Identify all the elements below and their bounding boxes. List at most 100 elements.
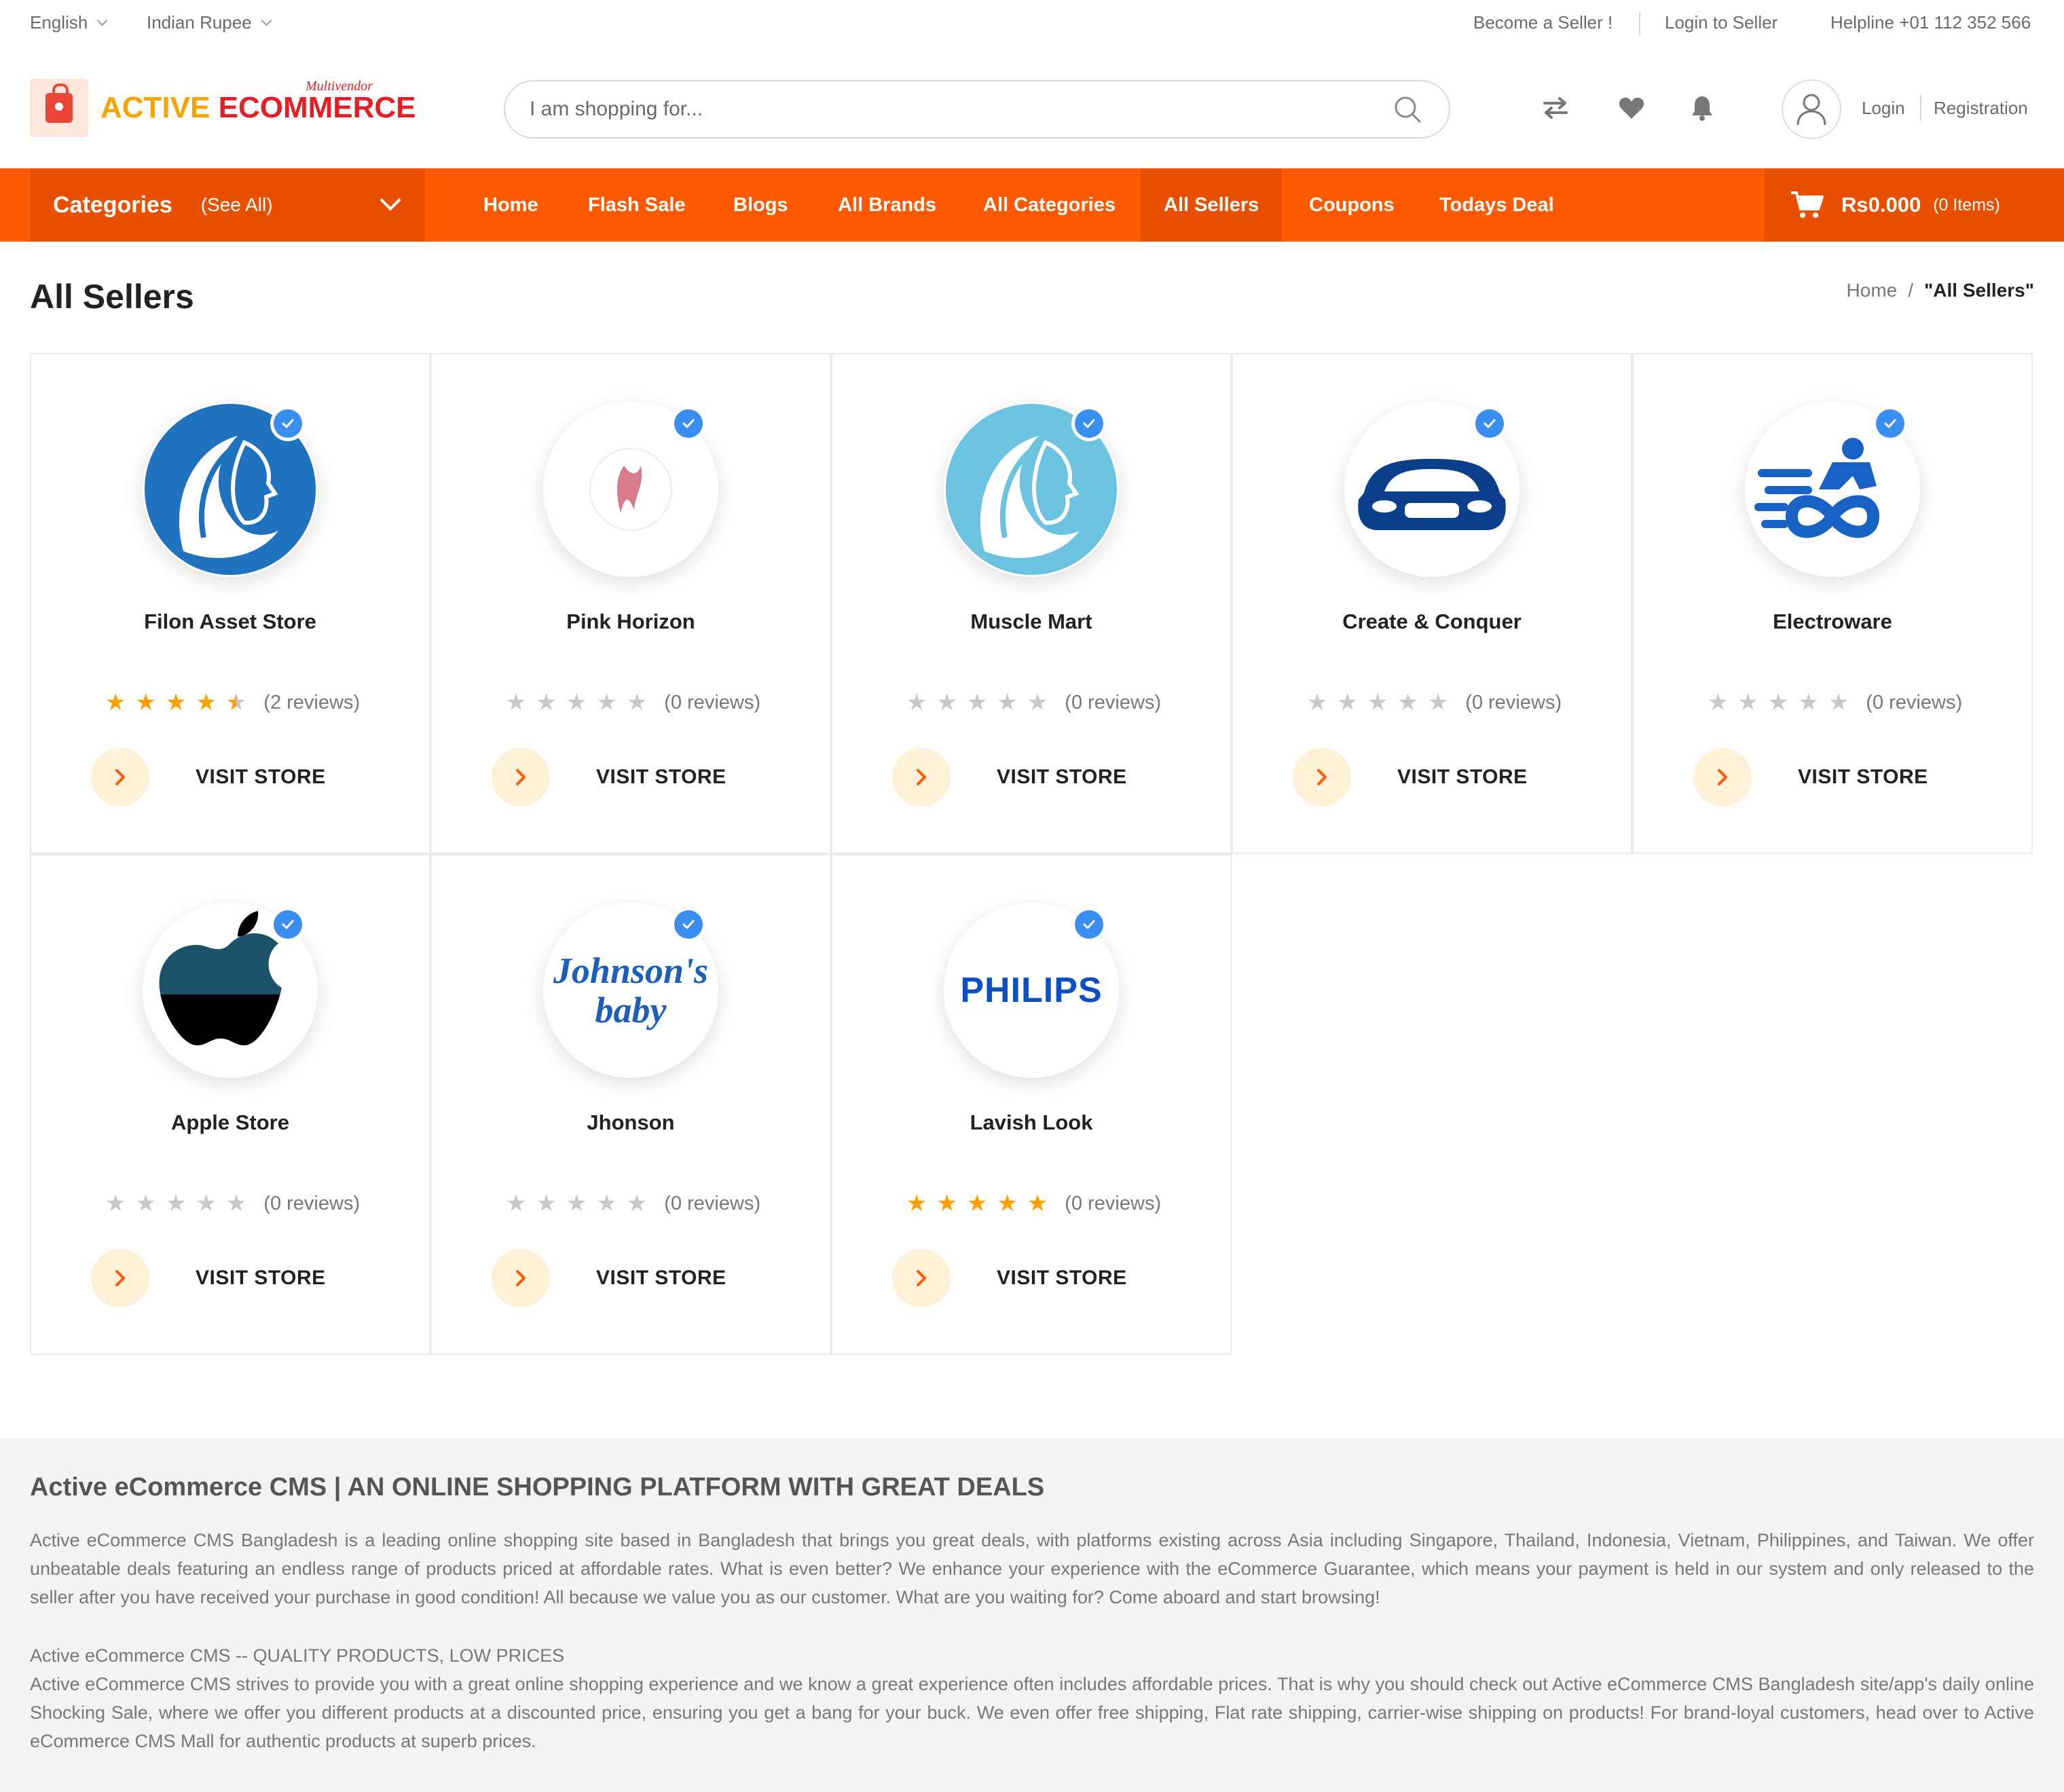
seller-name[interactable]: Jhonson [432,1110,830,1135]
compare-icon[interactable] [1540,92,1571,124]
nav-all-sellers[interactable]: All Sellers [1141,168,1283,242]
breadcrumb-home[interactable]: Home [1847,280,1898,301]
seller-rating: ★ ★ ★ ★ ★ (0 reviews) [832,691,1230,714]
user-icon[interactable] [1782,79,1841,139]
seller-name[interactable]: Create & Conquer [1233,610,1631,634]
about-heading: Active eCommerce CMS | AN ONLINE SHOPPIN… [30,1473,1045,1501]
chevron-right-icon [492,1249,550,1307]
logo-icon[interactable] [30,79,88,137]
currency-selector[interactable]: Indian Rupee [147,12,272,33]
verified-badge-icon [270,907,306,942]
seller-name[interactable]: Filon Asset Store [31,610,429,634]
nav-todays-deal[interactable]: Todays Deal [1439,168,1554,242]
chevron-down-icon [380,189,401,211]
star-icon: ★ [626,1191,648,1216]
visit-store-label: VISIT STORE [596,766,726,788]
star-icon: ★ [906,1191,927,1216]
review-count: (0 reviews) [1065,1192,1162,1214]
review-count: (0 reviews) [1065,691,1162,713]
logo-text: Johnson's [553,950,709,991]
star-icon: ★ [225,690,247,715]
review-count: (0 reviews) [664,691,761,713]
chevron-down-icon [261,15,272,26]
visit-store-button[interactable]: VISIT STORE [892,1249,1127,1307]
visit-store-label: VISIT STORE [1397,766,1528,788]
heart-icon[interactable] [1616,92,1647,124]
verified-badge-icon [1071,907,1107,942]
categories-see-all[interactable]: (See All) [201,194,273,216]
logo-text[interactable]: ACTIVE ECOMMERCE [100,91,416,125]
search-bar [504,80,1450,138]
breadcrumb: Home / "All Sellers" [1847,280,2034,301]
seller-name[interactable]: Lavish Look [832,1110,1230,1135]
divider [1639,12,1640,35]
star-icon: ★ [936,1191,957,1216]
seller-card: Filon Asset Store ★ ★ ★ ★ ★ (2 reviews) VISIT S… [30,353,430,854]
bell-icon[interactable] [1687,92,1718,124]
visit-store-button[interactable]: VISIT STORE [1693,748,1928,806]
star-icon: ★ [135,690,156,715]
visit-store-button[interactable]: VISIT STORE [1293,748,1528,806]
seller-rating: ★ ★ ★ ★ ★ (0 reviews) [1233,691,1631,714]
chevron-right-icon [892,1249,951,1307]
star-icon: ★ [505,1191,527,1216]
star-icon: ★ [997,690,1018,715]
seller-name[interactable]: Muscle Mart [832,610,1230,634]
star-icon: ★ [1367,690,1388,715]
seller-name[interactable]: Apple Store [31,1110,429,1135]
star-icon: ★ [165,690,187,715]
about-paragraph-2: Active eCommerce CMS strives to provide … [30,1674,2034,1751]
star-icon: ★ [505,690,527,715]
star-icon: ★ [566,690,587,715]
star-icon: ★ [1027,690,1048,715]
star-icon: ★ [966,1191,988,1216]
shopping-bag-icon [45,83,73,123]
seller-rating: ★ ★ ★ ★ ★ (0 reviews) [832,1192,1230,1215]
registration-link[interactable]: Registration [1934,98,2028,119]
search-input[interactable] [530,98,1344,121]
seller-name[interactable]: Pink Horizon [432,610,830,634]
visit-store-button[interactable]: VISIT STORE [492,748,726,806]
star-icon: ★ [196,1191,217,1216]
star-icon: ★ [966,690,988,715]
visit-store-button[interactable]: VISIT STORE [91,1249,326,1307]
nav-all-brands[interactable]: All Brands [838,168,936,242]
star-icon: ★ [936,690,957,715]
categories-title: Categories [53,191,172,218]
visit-store-button[interactable]: VISIT STORE [492,1249,726,1307]
visit-store-button[interactable]: VISIT STORE [91,748,326,806]
login-seller-link[interactable]: Login to Seller [1665,12,1777,33]
language-label: English [30,12,88,33]
star-icon: ★ [1707,690,1729,715]
seller-card: Electroware ★ ★ ★ ★ ★ (0 reviews) VISIT STORE [1632,353,2033,854]
star-icon: ★ [1397,690,1418,715]
star-icon: ★ [1027,1191,1048,1216]
seller-card: Muscle Mart ★ ★ ★ ★ ★ (0 reviews) VISIT STORE [831,353,1232,854]
nav-home[interactable]: Home [483,168,538,242]
visit-store-label: VISIT STORE [196,766,326,788]
search-icon[interactable] [1393,95,1422,124]
breadcrumb-current: "All Sellers" [1924,280,2034,301]
about-section: Active eCommerce CMS | AN ONLINE SHOPPIN… [0,1438,2064,1792]
login-link[interactable]: Login [1862,98,1905,119]
star-icon: ★ [225,1191,247,1216]
seller-card: Create & Conquer ★ ★ ★ ★ ★ (0 reviews) VISIT ST… [1232,353,1632,854]
review-count: (0 reviews) [1866,691,1963,713]
seller-name[interactable]: Electroware [1634,610,2031,634]
cart-button[interactable]: Rs0.000 (0 Items) [1764,168,2064,242]
seller-card: Pink Horizon ★ ★ ★ ★ ★ (0 reviews) VISIT STORE [430,353,831,854]
nav-all-categories[interactable]: All Categories [983,168,1116,242]
language-selector[interactable]: English [30,12,108,33]
star-icon: ★ [1737,690,1758,715]
become-seller-link[interactable]: Become a Seller ! [1473,12,1612,33]
categories-dropdown[interactable]: Categories (See All) [30,168,425,242]
page-title: All Sellers [30,278,194,316]
chevron-right-icon [892,748,951,806]
star-icon: ★ [566,1191,587,1216]
nav-blogs[interactable]: Blogs [733,168,788,242]
verified-badge-icon [270,406,306,441]
visit-store-button[interactable]: VISIT STORE [892,748,1127,806]
cart-count: (0 Items) [1933,195,2000,214]
nav-coupons[interactable]: Coupons [1309,168,1395,242]
nav-flash-sale[interactable]: Flash Sale [588,168,685,242]
